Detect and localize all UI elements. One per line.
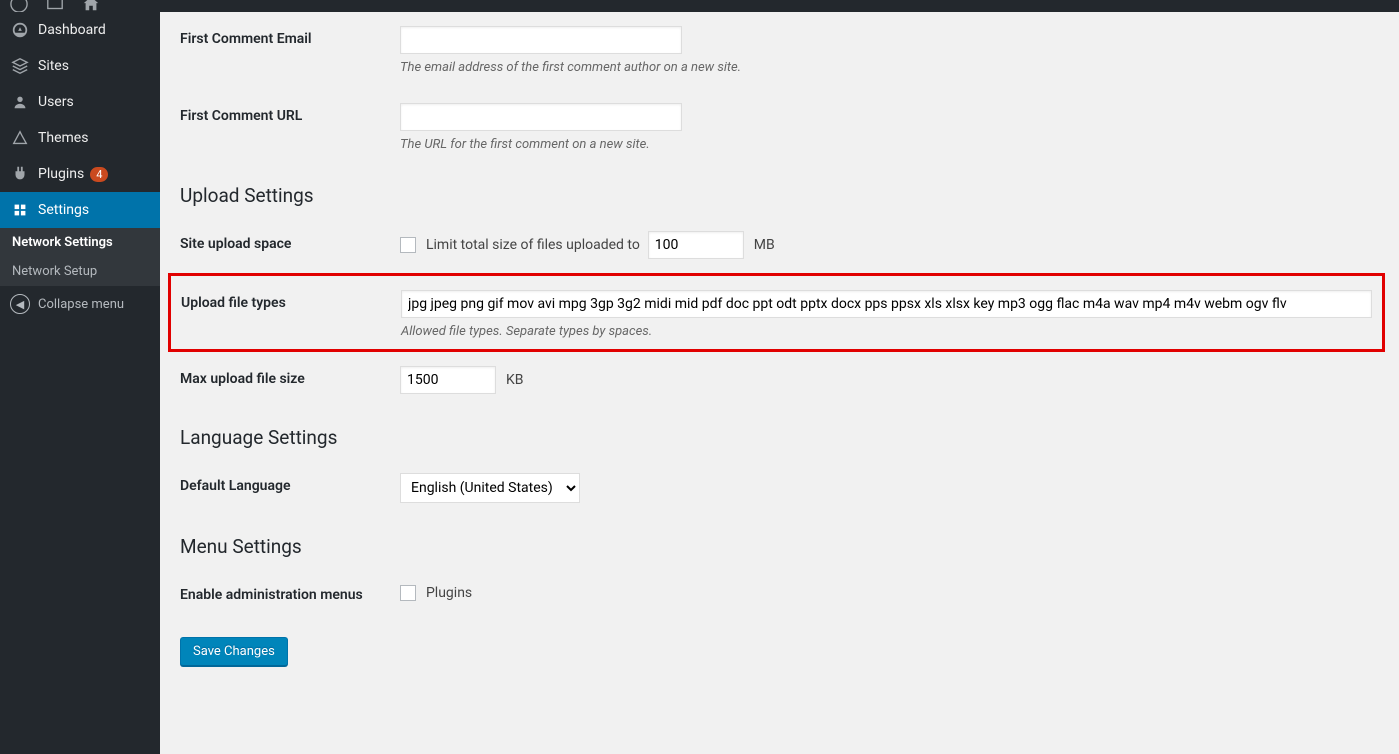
label-first-comment-email: First Comment Email [180, 26, 400, 47]
input-upload-limit[interactable] [648, 231, 744, 259]
sidebar-item-label: Users [38, 94, 74, 110]
collapse-menu-button[interactable]: ◀ Collapse menu [0, 286, 160, 322]
sidebar-item-label: Dashboard [38, 22, 106, 38]
highlight-upload-file-types: Upload file types Allowed file types. Se… [168, 273, 1385, 352]
input-first-comment-url[interactable] [400, 103, 682, 131]
plugins-icon [10, 164, 30, 184]
label-upload-file-types: Upload file types [181, 290, 401, 311]
unit-mb: MB [754, 237, 775, 253]
admin-sidebar: Dashboard Sites Users Themes Plugins 4 S… [0, 12, 160, 754]
save-changes-button[interactable]: Save Changes [180, 637, 288, 666]
submenu-network-settings[interactable]: Network Settings [0, 228, 160, 257]
desc-first-comment-email: The email address of the first comment a… [400, 60, 1379, 75]
checkbox-limit-upload[interactable] [400, 237, 416, 253]
row-upload-file-types: Upload file types Allowed file types. Se… [181, 282, 1372, 339]
desc-upload-file-types: Allowed file types. Separate types by sp… [401, 324, 1372, 339]
label-first-comment-url: First Comment URL [180, 103, 400, 124]
settings-icon [10, 200, 30, 220]
label-max-upload: Max upload file size [180, 366, 400, 387]
label-plugins-checkbox: Plugins [426, 585, 472, 601]
sidebar-item-sites[interactable]: Sites [0, 48, 160, 84]
sidebar-item-users[interactable]: Users [0, 84, 160, 120]
admin-toolbar [0, 0, 1399, 12]
sites-icon [10, 56, 30, 76]
dashboard-icon [10, 20, 30, 40]
label-enable-admin-menus: Enable administration menus [180, 582, 400, 603]
label-site-upload-space: Site upload space [180, 231, 400, 252]
row-max-upload: Max upload file size KB [180, 352, 1379, 408]
users-icon [10, 92, 30, 112]
input-first-comment-email[interactable] [400, 26, 682, 54]
row-enable-admin-menus: Enable administration menus Plugins [180, 568, 1379, 617]
themes-icon [10, 128, 30, 148]
sidebar-item-label: Themes [38, 130, 88, 146]
row-site-upload-space: Site upload space Limit total size of fi… [180, 217, 1379, 273]
row-first-comment-url: First Comment URL The URL for the first … [180, 89, 1379, 166]
submenu-network-setup[interactable]: Network Setup [0, 257, 160, 286]
checkbox-enable-plugins-menu[interactable] [400, 585, 416, 601]
heading-language-settings: Language Settings [180, 426, 1379, 449]
row-first-comment-email: First Comment Email The email address of… [180, 12, 1379, 89]
sidebar-item-dashboard[interactable]: Dashboard [0, 12, 160, 48]
plugins-update-badge: 4 [90, 167, 108, 182]
label-limit-upload: Limit total size of files uploaded to [426, 237, 640, 253]
main-content: First Comment Email The email address of… [160, 12, 1399, 754]
input-max-upload[interactable] [400, 366, 496, 394]
select-default-language[interactable]: English (United States) [400, 473, 580, 503]
input-upload-file-types[interactable] [401, 290, 1372, 318]
label-default-language: Default Language [180, 473, 400, 494]
collapse-icon: ◀ [10, 294, 30, 314]
sidebar-item-label: Plugins [38, 166, 84, 182]
row-default-language: Default Language English (United States) [180, 459, 1379, 517]
sidebar-item-plugins[interactable]: Plugins 4 [0, 156, 160, 192]
collapse-label: Collapse menu [38, 297, 124, 312]
sidebar-item-settings[interactable]: Settings [0, 192, 160, 228]
sidebar-item-label: Sites [38, 58, 69, 74]
settings-submenu: Network Settings Network Setup [0, 228, 160, 286]
desc-first-comment-url: The URL for the first comment on a new s… [400, 137, 1379, 152]
unit-kb: KB [506, 372, 524, 388]
sidebar-item-label: Settings [38, 202, 89, 218]
heading-menu-settings: Menu Settings [180, 535, 1379, 558]
heading-upload-settings: Upload Settings [180, 184, 1379, 207]
sidebar-item-themes[interactable]: Themes [0, 120, 160, 156]
